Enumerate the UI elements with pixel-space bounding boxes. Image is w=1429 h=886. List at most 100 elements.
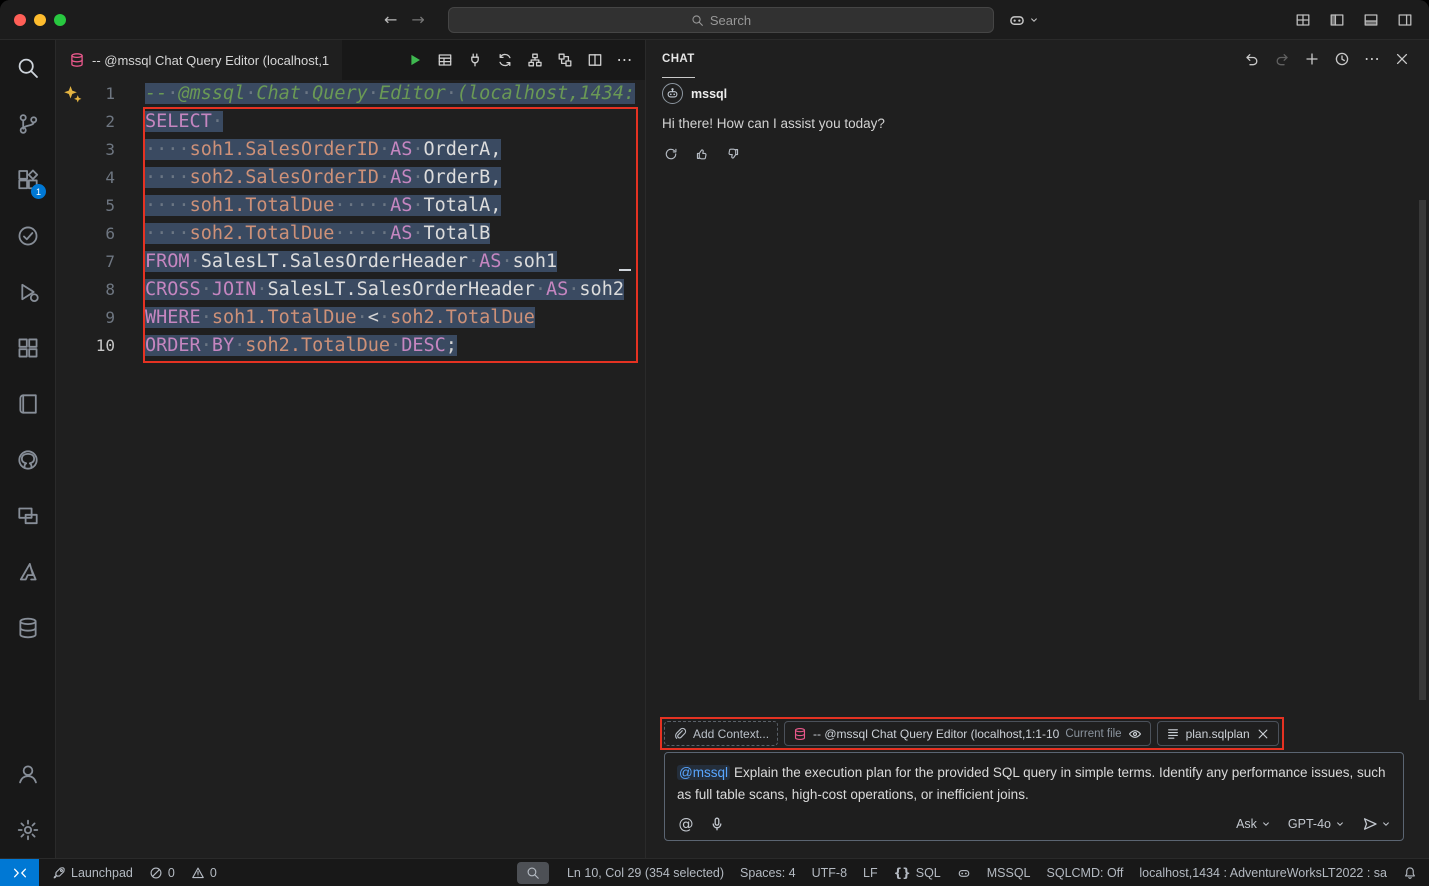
activity-github[interactable] xyxy=(0,432,55,488)
results-grid-button[interactable] xyxy=(433,49,456,72)
undo-button[interactable] xyxy=(1241,48,1263,70)
change-connection-button[interactable] xyxy=(493,49,516,72)
panel-bottom-button[interactable] xyxy=(1361,10,1381,30)
command-center-search[interactable]: Search xyxy=(448,7,994,33)
layout-grid-button[interactable] xyxy=(1293,10,1313,30)
cursor xyxy=(619,269,631,271)
more-actions-button[interactable]: ⋯ xyxy=(613,49,636,72)
activity-extensions[interactable]: 1 xyxy=(0,152,55,208)
activity-settings[interactable] xyxy=(0,802,55,858)
status-launchpad[interactable]: Launchpad xyxy=(44,859,141,886)
chip-add-context[interactable]: Add Context... xyxy=(664,721,778,746)
mention-picker-button[interactable]: @ xyxy=(677,815,695,833)
status-language-mode[interactable]: {}SQL xyxy=(886,859,949,886)
run-query-button[interactable] xyxy=(403,49,426,72)
db-sync-icon xyxy=(497,52,513,68)
status-indentation[interactable]: Spaces: 4 xyxy=(732,859,804,886)
activity-components[interactable] xyxy=(0,320,55,376)
editor-actions: ⋯ xyxy=(394,40,645,80)
activity-notebooks[interactable] xyxy=(0,376,55,432)
code-line-4: 4····soh2.SalesOrderID·AS·OrderB, xyxy=(56,164,645,192)
panel-left-button[interactable] xyxy=(1327,10,1347,30)
mssql-mention-chip[interactable]: @mssql xyxy=(677,765,730,780)
code-line-3: 3····soh1.SalesOrderID·AS·OrderA, xyxy=(56,136,645,164)
history-nav: ← → xyxy=(384,12,425,28)
model-picker[interactable]: GPT-4o xyxy=(1288,817,1345,831)
copilot-icon xyxy=(957,866,971,880)
remote-indicator[interactable] xyxy=(0,859,39,886)
more-button[interactable]: ⋯ xyxy=(1361,48,1383,70)
status-notifications[interactable] xyxy=(1395,859,1425,886)
braces-icon: {} xyxy=(894,867,911,879)
refresh-icon xyxy=(664,147,678,161)
redo-button[interactable] xyxy=(1271,48,1293,70)
status-connection[interactable]: localhost,1434 : AdventureWorksLT2022 : … xyxy=(1131,859,1395,886)
new-chat-button[interactable] xyxy=(1301,48,1323,70)
activity-run-and-debug[interactable] xyxy=(0,264,55,320)
split-editor-button[interactable] xyxy=(583,49,606,72)
code-lines: 1--·@mssql·Chat·Query·Editor·(localhost,… xyxy=(56,80,645,360)
close-panel-button[interactable] xyxy=(1391,48,1413,70)
code-line-7: 7FROM·SalesLT.SalesOrderHeader·AS·soh1 xyxy=(56,248,645,276)
status-eol[interactable]: LF xyxy=(855,859,886,886)
grid-icon xyxy=(16,336,40,360)
history-button[interactable] xyxy=(1331,48,1353,70)
activity-azure[interactable] xyxy=(0,544,55,600)
tab-chat[interactable]: CHAT xyxy=(662,40,695,78)
status-warnings[interactable]: 0 xyxy=(183,859,225,886)
check-circle-icon xyxy=(16,224,40,248)
editor-tab[interactable]: -- @mssql Chat Query Editor (localhost,1 xyxy=(56,40,342,80)
activity-testing[interactable] xyxy=(0,208,55,264)
context-chips: Add Context...-- @mssql Chat Query Edito… xyxy=(664,721,1279,746)
unhelpful-button[interactable] xyxy=(724,145,741,162)
play-icon xyxy=(407,52,423,68)
activity-search[interactable] xyxy=(0,40,55,96)
status-search-mode[interactable] xyxy=(517,862,549,884)
chat-input[interactable]: @mssqlExplain the execution plan for the… xyxy=(664,752,1404,841)
helpful-button[interactable] xyxy=(693,145,710,162)
database-icon xyxy=(69,52,85,68)
connect-button[interactable] xyxy=(463,49,486,72)
mode-picker[interactable]: Ask xyxy=(1236,817,1271,831)
title-bar: ← → Search xyxy=(0,0,1429,40)
chat-header: CHAT ⋯ xyxy=(646,40,1429,78)
forward-button[interactable]: → xyxy=(411,12,424,28)
layout-grid-icon xyxy=(1295,12,1311,28)
azure-icon xyxy=(16,560,40,584)
estimated-plan-button[interactable] xyxy=(523,49,546,72)
message-actions xyxy=(662,145,1413,162)
status-mssql[interactable]: MSSQL xyxy=(979,859,1039,886)
status-errors[interactable]: 0 xyxy=(141,859,183,886)
copilot-icon xyxy=(1008,11,1026,29)
minimize-button[interactable] xyxy=(34,14,46,26)
status-copilot[interactable] xyxy=(949,859,979,886)
voice-button[interactable] xyxy=(708,815,726,833)
close-icon xyxy=(1256,727,1270,741)
chevron-down-icon xyxy=(1335,819,1345,829)
input-toolbar: @ Ask GPT-4o xyxy=(677,815,1391,833)
back-button[interactable]: ← xyxy=(384,12,397,28)
activity-source-control[interactable] xyxy=(0,96,55,152)
panel-right-button[interactable] xyxy=(1395,10,1415,30)
status-encoding[interactable]: UTF-8 xyxy=(804,859,855,886)
close-button[interactable] xyxy=(14,14,26,26)
scrollbar[interactable] xyxy=(1419,200,1426,700)
line-number: 8 xyxy=(56,276,115,304)
send-button[interactable] xyxy=(1362,816,1391,832)
status-sqlcmd[interactable]: SQLCMD: Off xyxy=(1039,859,1132,886)
ellipsis-icon: ⋯ xyxy=(617,52,633,68)
chip-current-file[interactable]: -- @mssql Chat Query Editor (localhost,1… xyxy=(784,721,1151,746)
activity-accounts[interactable] xyxy=(0,746,55,802)
chip-plan-sqlplan[interactable]: plan.sqlplan xyxy=(1157,721,1279,746)
status-cursor-position[interactable]: Ln 10, Col 29 (354 selected) xyxy=(559,859,732,886)
code-editor[interactable]: 1--·@mssql·Chat·Query·Editor·(localhost,… xyxy=(56,80,645,858)
zoom-button[interactable] xyxy=(54,14,66,26)
activity-remote-explorer[interactable] xyxy=(0,488,55,544)
copilot-sparkle-icon[interactable] xyxy=(62,84,83,105)
query-plan-button[interactable] xyxy=(553,49,576,72)
redo-icon xyxy=(1274,51,1290,67)
regenerate-button[interactable] xyxy=(662,145,679,162)
activity-sql-database[interactable] xyxy=(0,600,55,656)
database-icon xyxy=(793,727,807,741)
copilot-menu-button[interactable] xyxy=(1008,11,1039,29)
